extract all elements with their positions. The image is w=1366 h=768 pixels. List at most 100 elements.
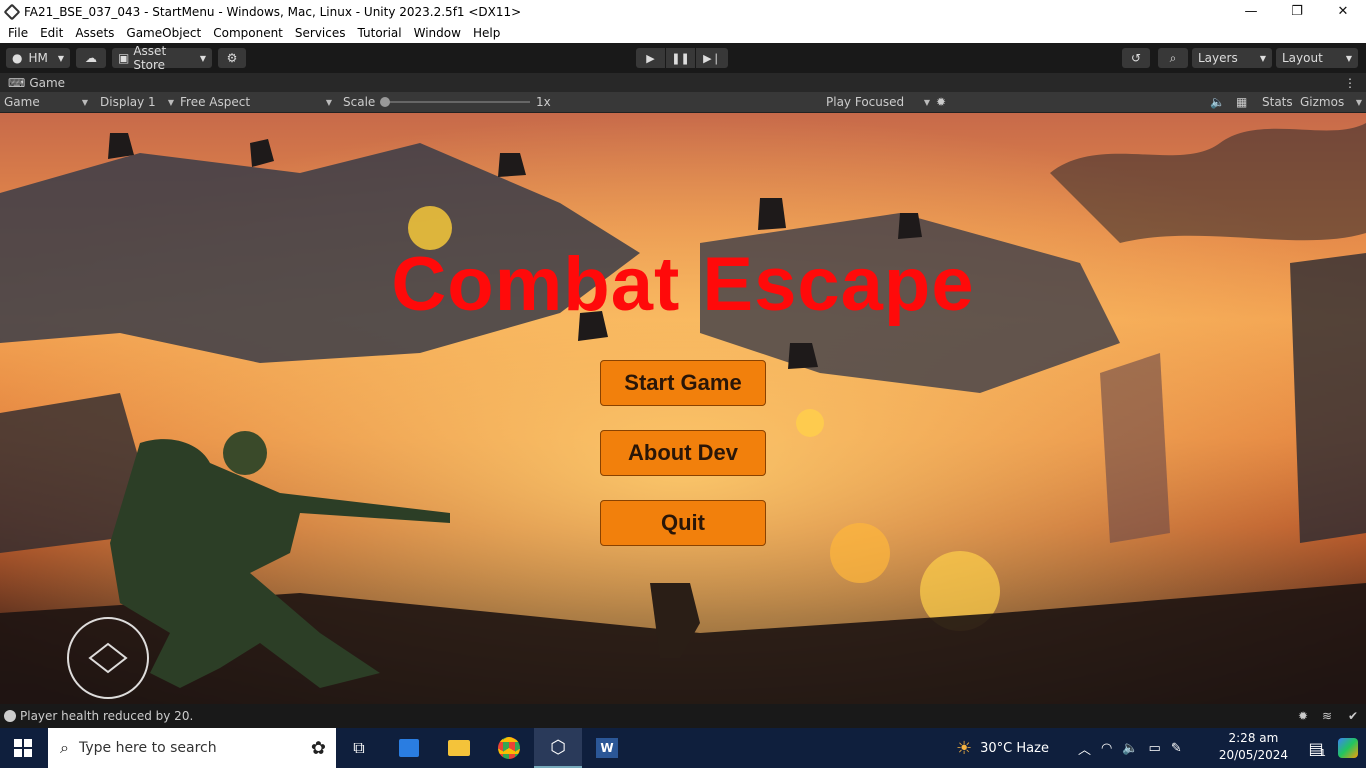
- task-view-button[interactable]: ⧉: [336, 728, 382, 768]
- scale-slider[interactable]: [380, 97, 530, 107]
- play-focused-label: Play Focused: [826, 95, 905, 109]
- maximize-button[interactable]: ❐: [1274, 0, 1320, 23]
- scale-slider-handle[interactable]: [380, 97, 390, 107]
- account-dropdown[interactable]: ● HM ▼: [6, 48, 70, 68]
- quit-button[interactable]: Quit: [600, 500, 766, 546]
- grid-icon[interactable]: ▦: [1236, 92, 1247, 112]
- start-game-button[interactable]: Start Game: [600, 360, 766, 406]
- chrome-app[interactable]: [486, 728, 532, 768]
- speaker-icon[interactable]: 🔈: [1122, 741, 1138, 756]
- play-icon: ▶: [646, 51, 655, 65]
- windows-start-button[interactable]: [0, 728, 46, 768]
- tab-game[interactable]: ⌨ Game: [0, 73, 73, 92]
- unity-app[interactable]: ⬡: [534, 728, 582, 768]
- weather-text: 30°C Haze: [980, 740, 1049, 756]
- scale-label: Scale: [343, 95, 376, 109]
- chevron-down-icon: ▼: [923, 97, 930, 107]
- word-app[interactable]: W: [584, 728, 630, 768]
- clock-time: 2:28 am: [1228, 731, 1279, 745]
- clock-date: 20/05/2024: [1218, 748, 1288, 762]
- more-options-icon[interactable]: ⋮: [1344, 76, 1356, 90]
- console-status-bar[interactable]: Player health reduced by 20. ✹ ≋ ✔: [0, 704, 1366, 728]
- cloud-icon: ☁: [85, 51, 97, 65]
- aspect-label: Free Aspect: [180, 95, 251, 109]
- gizmos-dropdown[interactable]: Gizmos ▼: [1300, 92, 1362, 112]
- menu-window[interactable]: Window: [408, 26, 467, 40]
- copilot-icon[interactable]: [1338, 738, 1358, 758]
- close-button[interactable]: ✕: [1320, 0, 1366, 23]
- menu-edit[interactable]: Edit: [34, 26, 69, 40]
- menu-tutorial[interactable]: Tutorial: [352, 26, 408, 40]
- chevron-down-icon: ▼: [81, 97, 88, 107]
- task-view-icon: ⧉: [353, 738, 365, 757]
- window-title: FA21_BSE_037_043 - StartMenu - Windows, …: [24, 4, 522, 19]
- package-button[interactable]: ⚙: [218, 48, 246, 68]
- account-label: HM: [28, 51, 48, 65]
- wifi-icon[interactable]: ◠: [1101, 741, 1112, 756]
- account-icon: ●: [12, 51, 23, 65]
- taskbar-search-box[interactable]: ⌕ Type here to search ✿: [48, 728, 336, 768]
- store-app[interactable]: [386, 728, 432, 768]
- play-button[interactable]: ▶: [636, 48, 665, 68]
- audio-icon[interactable]: 🔈: [1210, 92, 1225, 112]
- game-view-toolbar: Game ▼ Display 1 ▼ Free Aspect ▼ Scale 1x P…: [0, 92, 1366, 113]
- layers-dropdown[interactable]: Layers ▼: [1192, 48, 1272, 68]
- menu-file[interactable]: File: [2, 26, 34, 40]
- chevron-up-icon[interactable]: ︿: [1078, 739, 1091, 758]
- chevron-down-icon: ▼: [1345, 53, 1352, 63]
- pause-icon: ❚❚: [671, 51, 690, 65]
- menu-bar: File Edit Assets GameObject Component Se…: [0, 23, 1366, 43]
- chevron-down-icon: ▼: [57, 53, 64, 63]
- menu-gameobject[interactable]: GameObject: [120, 26, 207, 40]
- step-button[interactable]: ▶❘: [696, 48, 728, 68]
- notification-button[interactable]: ▤ 1: [1309, 728, 1327, 768]
- history-icon: ↺: [1130, 51, 1142, 65]
- flower-icon: ✿: [310, 737, 326, 759]
- windows-taskbar: ⌕ Type here to search ✿ ⧉ ⬡ W ☀ 30°C Haz…: [0, 728, 1366, 768]
- search-button[interactable]: ⌕: [1158, 48, 1188, 68]
- scale-value: 1x: [536, 95, 551, 109]
- play-focused-dropdown[interactable]: Play Focused ▼: [826, 92, 930, 112]
- layout-dropdown[interactable]: Layout ▼: [1276, 48, 1358, 68]
- battery-icon[interactable]: ▭: [1149, 741, 1161, 756]
- game-view[interactable]: Combat Escape Start Game About Dev Quit: [0, 113, 1366, 704]
- aspect-dropdown[interactable]: Free Aspect ▼: [180, 92, 332, 112]
- cache-icon[interactable]: ≋: [1322, 709, 1332, 723]
- view-mode-dropdown[interactable]: Game ▼: [4, 92, 88, 112]
- folder-icon: [448, 740, 470, 756]
- chevron-down-icon: ▼: [1355, 97, 1362, 107]
- debug-icon[interactable]: ✹: [1298, 709, 1308, 723]
- chrome-icon: [498, 737, 520, 759]
- system-tray: ︿ ◠ 🔈 ▭ ✎: [1078, 728, 1182, 768]
- window-titlebar: FA21_BSE_037_043 - StartMenu - Windows, …: [0, 0, 1366, 23]
- menu-assets[interactable]: Assets: [69, 26, 120, 40]
- layout-label: Layout: [1282, 51, 1323, 65]
- history-button[interactable]: ↺: [1122, 48, 1150, 68]
- bug-icon[interactable]: ✹: [936, 92, 946, 112]
- minimize-button[interactable]: —: [1228, 0, 1274, 23]
- chevron-down-icon: ▼: [199, 53, 206, 63]
- game-title: Combat Escape: [391, 242, 975, 327]
- menu-component[interactable]: Component: [207, 26, 289, 40]
- tab-game-label: Game: [29, 75, 66, 90]
- taskbar-clock[interactable]: 2:28 am 20/05/2024: [1219, 730, 1288, 764]
- asset-store-dropdown[interactable]: ▣ Asset Store ▼: [112, 44, 212, 72]
- menu-services[interactable]: Services: [289, 26, 352, 40]
- layers-label: Layers: [1198, 51, 1238, 65]
- stats-button[interactable]: Stats: [1262, 92, 1293, 112]
- pause-button[interactable]: ❚❚: [666, 48, 695, 68]
- file-explorer-app[interactable]: [436, 728, 482, 768]
- weather-widget[interactable]: ☀ 30°C Haze: [956, 728, 1049, 768]
- about-dev-button[interactable]: About Dev: [600, 430, 766, 476]
- word-icon: W: [596, 738, 618, 758]
- pen-icon[interactable]: ✎: [1171, 741, 1182, 756]
- check-icon[interactable]: ✔: [1348, 709, 1358, 723]
- unity-icon: ⬡: [550, 736, 566, 758]
- display-dropdown[interactable]: Display 1 ▼: [100, 92, 174, 112]
- main-toolbar: ● HM ▼ ☁ ▣ Asset Store ▼ ⚙ ▶ ❚❚ ▶❘ ↺ ⌕ L…: [0, 43, 1366, 73]
- cloud-button[interactable]: ☁: [76, 48, 106, 68]
- menu-help[interactable]: Help: [467, 26, 506, 40]
- display-label: Display 1: [100, 95, 156, 109]
- chevron-down-icon: ▼: [325, 97, 332, 107]
- search-icon: ⌕: [1169, 50, 1177, 65]
